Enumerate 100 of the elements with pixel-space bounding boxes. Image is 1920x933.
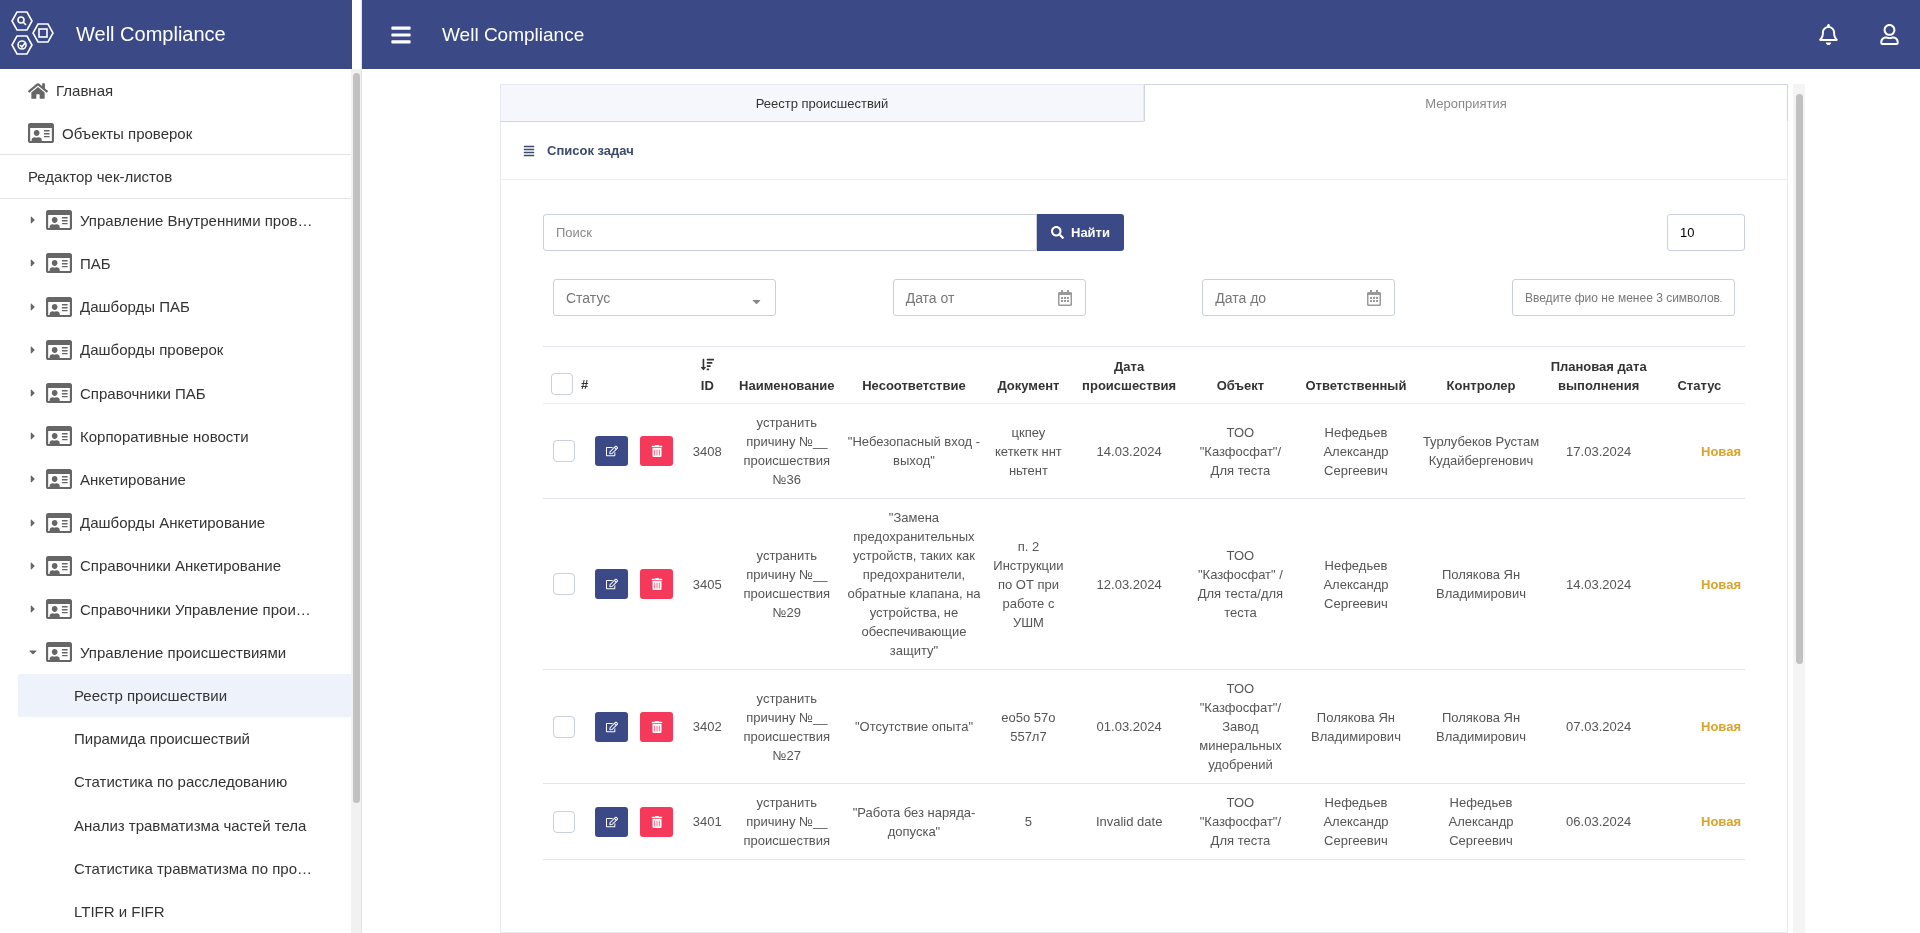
edit-icon bbox=[605, 578, 618, 590]
column-header[interactable]: Дата происшествия bbox=[1074, 357, 1184, 395]
tab[interactable]: Реестр происшествий bbox=[500, 84, 1144, 122]
trash-icon bbox=[650, 815, 663, 828]
edit-button[interactable] bbox=[595, 806, 629, 837]
tab[interactable]: Мероприятия bbox=[1144, 84, 1788, 122]
column-header[interactable]: ID bbox=[686, 376, 728, 395]
table-cell: Турлубеков Рустам Кудайбергенович bbox=[1422, 434, 1540, 468]
nav-subitem[interactable]: Пирамида происшествий bbox=[18, 717, 352, 761]
page-size-field[interactable]: 10 bbox=[1667, 214, 1745, 251]
nav-group[interactable]: Дашборды ПАБ bbox=[0, 285, 352, 329]
nav-subitem[interactable]: LTIFR и FIFR bbox=[18, 889, 352, 933]
scrollbar[interactable] bbox=[351, 69, 361, 933]
status-label: Новая bbox=[1701, 814, 1741, 829]
table-cell: Полякова Ян Владимирович bbox=[1310, 709, 1401, 744]
table-cell: 17.03.2024 bbox=[1566, 443, 1632, 459]
bell-icon[interactable] bbox=[1818, 24, 1839, 45]
edit-button[interactable] bbox=[595, 569, 629, 599]
row-checkbox[interactable] bbox=[553, 715, 576, 738]
trash-icon bbox=[650, 578, 663, 590]
nav-group[interactable]: Дашборды проверок bbox=[0, 328, 352, 372]
select-all-checkbox[interactable] bbox=[551, 373, 573, 395]
table-cell: "Отсутствие опыта" bbox=[854, 719, 973, 734]
column-header[interactable]: Несоответствие bbox=[845, 376, 983, 395]
user-icon[interactable] bbox=[1879, 24, 1900, 45]
column-header[interactable]: Плановая дата выполнения bbox=[1547, 357, 1650, 395]
nav-subitem[interactable]: Анализ травматизма частей тела bbox=[18, 803, 352, 847]
delete-button[interactable] bbox=[640, 711, 674, 742]
nav-group[interactable]: Дашборды Анкетирование bbox=[0, 501, 352, 545]
date-field[interactable]: Дата до bbox=[1202, 279, 1396, 316]
column-header[interactable]: Наименование bbox=[735, 376, 838, 395]
nav-group[interactable]: ПАБ bbox=[0, 241, 352, 286]
nav-group[interactable]: Управление Внутренними пров… bbox=[0, 198, 352, 242]
table-cell: Нефедьев Александр Сергеевич bbox=[1323, 424, 1389, 478]
row-checkbox[interactable] bbox=[553, 573, 576, 595]
delete-button[interactable] bbox=[640, 436, 674, 466]
table-cell: Полякова Ян Владимирович bbox=[1436, 709, 1526, 744]
table-cell: 01.03.2024 bbox=[1096, 719, 1162, 734]
select-field[interactable]: Введите фио не менее 3 символов bbox=[1511, 279, 1735, 316]
edit-button[interactable] bbox=[595, 711, 629, 742]
nav-item[interactable]: Главная bbox=[0, 69, 352, 113]
table-cell: 06.03.2024 bbox=[1566, 814, 1632, 829]
table-cell: устранить причину №__ происшествия №29 bbox=[743, 548, 831, 620]
row-checkbox[interactable] bbox=[553, 810, 576, 833]
table-cell: 14.03.2024 bbox=[1566, 576, 1632, 592]
page-title: Well Compliance bbox=[442, 23, 586, 46]
select-field[interactable]: Статус bbox=[553, 279, 776, 316]
nav-group[interactable]: Справочники ПАБ bbox=[0, 371, 352, 415]
table-cell: ТОО "Казфосфат"/ Завод минеральных удобрений bbox=[1199, 681, 1282, 772]
nav-group[interactable]: Справочники Анкетирование bbox=[0, 544, 352, 588]
date-field[interactable]: Дата от bbox=[892, 279, 1086, 316]
table-cell: 5 bbox=[1024, 814, 1033, 829]
table-cell: 07.03.2024 bbox=[1566, 719, 1632, 734]
table-cell: Invalid date bbox=[1095, 814, 1163, 829]
table-cell: ТОО "Казфосфат"/ Для теста bbox=[1199, 795, 1282, 848]
trash-icon bbox=[650, 720, 663, 733]
panel-title: Список задач bbox=[547, 143, 634, 158]
scrollbar[interactable] bbox=[1793, 84, 1805, 933]
table-cell: Нефедьев Александр Сергеевич bbox=[1323, 557, 1389, 611]
table-cell: 14.03.2024 bbox=[1096, 443, 1162, 459]
nav-subitem[interactable]: Реестр происшествии bbox=[18, 673, 352, 718]
nav-group[interactable]: Корпоративные новости bbox=[0, 414, 352, 458]
nav-group[interactable]: Анкетирование bbox=[0, 457, 352, 502]
nav-item[interactable]: Объекты проверок bbox=[0, 112, 352, 156]
column-header[interactable]: Статус bbox=[1657, 376, 1741, 395]
table-cell: ео5о 57о 557л7 bbox=[1001, 709, 1056, 744]
nav-subitem[interactable]: Статистика по расследованию bbox=[18, 760, 352, 804]
list-icon bbox=[523, 144, 535, 157]
table-cell: 3402 bbox=[692, 719, 722, 734]
find-button[interactable]: Найти bbox=[1037, 214, 1124, 251]
nav-group[interactable]: Управление происшествиями bbox=[0, 630, 352, 674]
status-label: Новая bbox=[1701, 443, 1741, 459]
sort-icon[interactable] bbox=[700, 358, 714, 371]
delete-button[interactable] bbox=[640, 806, 674, 837]
row-checkbox[interactable] bbox=[553, 440, 576, 462]
edit-button[interactable] bbox=[595, 436, 629, 466]
status-label: Новая bbox=[1701, 576, 1741, 592]
nav-subitem[interactable]: Статистика травматизма по про… bbox=[18, 846, 352, 890]
table-cell: устранить причину №__ происшествия №36 bbox=[743, 415, 831, 487]
table-cell: 3408 bbox=[692, 443, 722, 459]
column-header: # bbox=[581, 375, 589, 394]
delete-button[interactable] bbox=[640, 569, 674, 599]
brand-name: Well Compliance bbox=[76, 23, 226, 46]
table-cell: ТОО "Казфосфат"/ Для теста bbox=[1199, 424, 1282, 478]
nav-group[interactable]: Справочники Управление прои… bbox=[0, 587, 352, 631]
table-cell: устранить причину №__ происшествия bbox=[743, 795, 831, 848]
edit-icon bbox=[605, 815, 618, 828]
edit-icon bbox=[605, 445, 618, 457]
column-header[interactable]: Ответственный bbox=[1297, 376, 1415, 395]
column-header[interactable]: Документ bbox=[990, 376, 1067, 395]
table-cell: "Замена предохранительных устройств, таких как предохранители, обратные клапана, на устройства, не обеспечивающие защиту" bbox=[847, 510, 981, 658]
trash-icon bbox=[650, 445, 663, 457]
table-cell: "Работа без наряда-допуска" bbox=[852, 804, 976, 839]
table-cell: 3405 bbox=[692, 576, 722, 592]
table-cell: Нефедьев Александр Сергеевич bbox=[1448, 795, 1514, 848]
column-header[interactable]: Контролер bbox=[1422, 376, 1540, 395]
table-cell: п. 2 Инструкции по ОТ при работе с УШМ bbox=[993, 538, 1064, 630]
column-header[interactable]: Объект bbox=[1191, 376, 1290, 395]
status-label: Новая bbox=[1701, 719, 1741, 734]
search-field[interactable]: Поиск bbox=[543, 214, 1037, 251]
